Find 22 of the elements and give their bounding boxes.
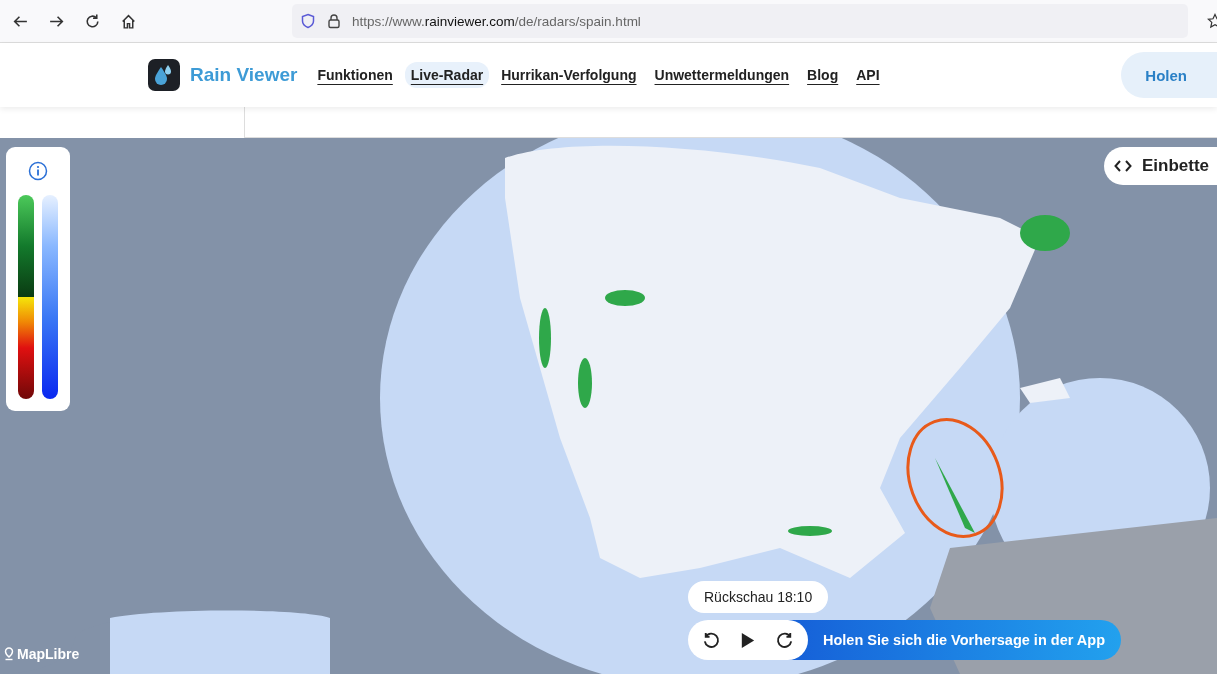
nav-link[interactable]: Hurrikan-Verfolgung [495,62,643,88]
address-bar[interactable]: https://www.rainviewer.com/de/radars/spain.html [292,4,1188,38]
rewind-icon[interactable] [701,630,721,650]
replay-time-label: Rückschau 18:10 [688,581,829,613]
embed-button[interactable]: Einbette [1103,147,1217,185]
nav-link[interactable]: Blog [801,62,845,88]
info-icon[interactable] [28,161,48,181]
get-app-button[interactable]: Holen [1121,52,1217,98]
pin-icon [4,647,14,661]
reload-icon[interactable] [84,12,101,30]
nav-link[interactable]: API [850,62,886,88]
forward-step-icon[interactable] [775,630,795,650]
home-icon[interactable] [120,12,137,30]
nav-link[interactable]: Live-Radar [404,62,490,88]
nav-link[interactable]: Unwettermeldungen [648,62,796,88]
attribution-text: MapLibre [17,646,80,662]
shield-icon [300,13,316,29]
raindrop-logo-icon [148,59,180,91]
url-text: https://www.rainviewer.com/de/radars/spain.html [352,13,641,29]
nav-link[interactable]: Funktionen [311,62,399,88]
code-icon [1113,160,1132,172]
lock-icon [326,13,342,29]
